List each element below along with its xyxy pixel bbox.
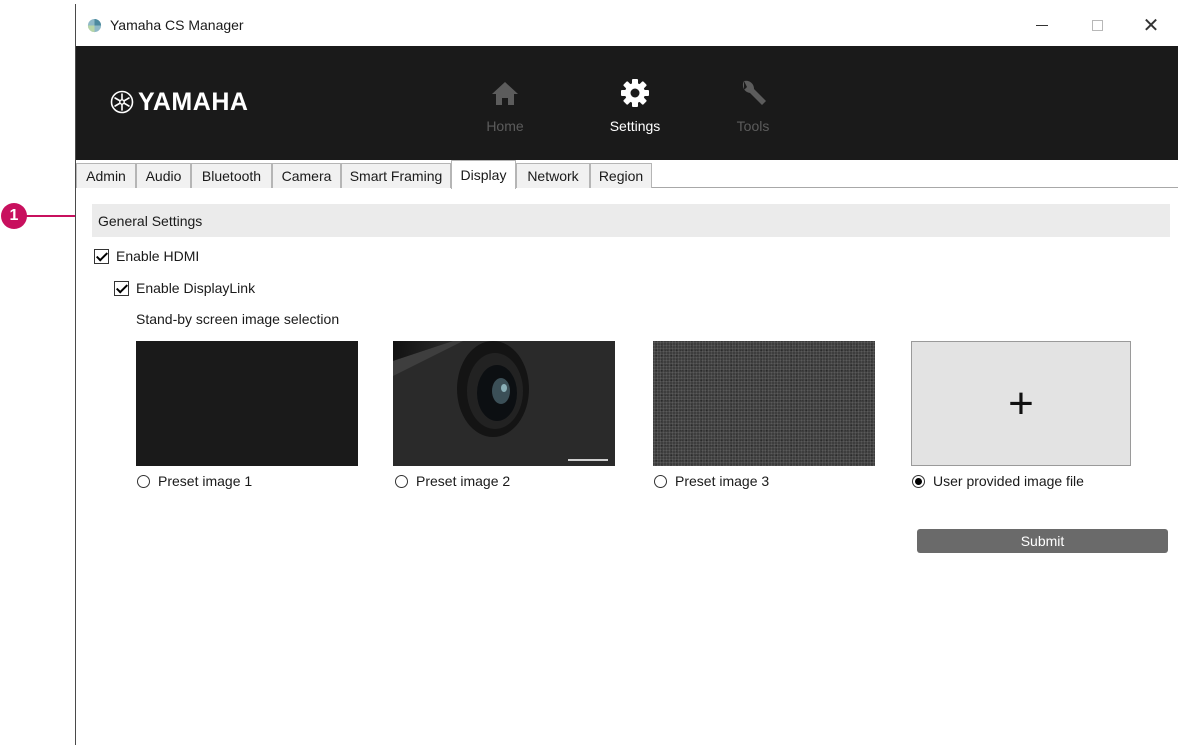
general-settings-header: General Settings [92, 204, 1170, 237]
section-title: General Settings [98, 212, 203, 229]
enable-hdmi-label: Enable HDMI [116, 248, 200, 264]
radio-label: User provided image file [933, 473, 1084, 489]
tab-smart-framing[interactable]: Smart Framing [341, 163, 451, 188]
add-image-tile[interactable]: + [911, 341, 1131, 466]
nav-tools-label: Tools [736, 118, 770, 134]
radio-selected-icon [912, 474, 925, 488]
tab-network[interactable]: Network [516, 163, 590, 188]
radio-label: Preset image 1 [158, 473, 253, 489]
user-image-radio[interactable]: User provided image file [912, 473, 1084, 489]
camera-lens-picture [393, 341, 615, 466]
logo-text: YAMAHA [138, 87, 249, 116]
tab-bluetooth[interactable]: Bluetooth [191, 163, 272, 188]
nav-home[interactable]: Home [478, 46, 532, 160]
minimize-icon [1036, 24, 1048, 26]
radio-unselected-icon [654, 474, 667, 488]
enable-displaylink-label: Enable DisplayLink [136, 280, 256, 296]
yamaha-logo: YAMAHA [110, 86, 248, 118]
enable-displaylink-checkbox[interactable]: Enable DisplayLink [114, 280, 255, 296]
tab-display[interactable]: Display [451, 160, 516, 189]
preset-image-1-radio[interactable]: Preset image 1 [137, 473, 252, 489]
tab-admin[interactable]: Admin [76, 163, 136, 188]
settings-tabs: Admin Audio Bluetooth Camera Smart Frami… [76, 160, 1178, 189]
nav-settings[interactable]: Settings [602, 46, 668, 160]
enable-hdmi-checkbox[interactable]: Enable HDMI [94, 248, 199, 264]
maximize-button[interactable] [1082, 12, 1112, 38]
tab-label: Region [598, 168, 644, 184]
preset-image-2-radio[interactable]: Preset image 2 [395, 473, 510, 489]
checkbox-checked-icon [94, 248, 109, 264]
tuning-fork-emblem-icon [110, 90, 134, 114]
tab-region[interactable]: Region [590, 163, 652, 188]
checkbox-checked-icon [114, 280, 129, 296]
tab-label: Camera [281, 168, 332, 184]
callout-badge: 1 [1, 203, 27, 229]
preset-image-1-thumbnail[interactable] [136, 341, 358, 466]
app-icon [87, 18, 102, 33]
tab-label: Smart Framing [349, 168, 443, 184]
preset-image-3-radio[interactable]: Preset image 3 [654, 473, 769, 489]
tab-label: Display [460, 167, 507, 183]
radio-label: Preset image 2 [416, 473, 511, 489]
app-window: Yamaha CS Manager ✕ YAMAHA Home Settings… [75, 4, 1178, 745]
preset-image-2-thumbnail[interactable] [393, 341, 615, 466]
tab-audio[interactable]: Audio [136, 163, 191, 188]
submit-label: Submit [1020, 533, 1065, 549]
wrench-icon [742, 80, 766, 105]
close-button[interactable]: ✕ [1136, 12, 1166, 38]
window-title: Yamaha CS Manager [110, 17, 244, 33]
submit-button[interactable]: Submit [917, 529, 1168, 553]
radio-label: Preset image 3 [675, 473, 770, 489]
close-icon: ✕ [1142, 14, 1160, 37]
radio-unselected-icon [137, 474, 150, 488]
minimize-button[interactable] [1027, 12, 1057, 38]
plus-icon: + [1008, 378, 1034, 428]
callout-number: 1 [9, 207, 19, 224]
tab-label: Admin [86, 168, 126, 184]
nav-settings-label: Settings [609, 118, 661, 134]
maximize-icon [1091, 19, 1103, 31]
tab-label: Audio [145, 168, 182, 184]
nav-tools[interactable]: Tools [728, 46, 778, 160]
tab-camera[interactable]: Camera [272, 163, 341, 188]
tab-label: Bluetooth [201, 168, 262, 184]
standby-image-label: Stand-by screen image selection [136, 311, 340, 327]
preset-image-3-thumbnail[interactable] [653, 341, 875, 466]
gear-icon [621, 79, 649, 107]
app-header: YAMAHA Home Settings Tools [76, 46, 1178, 160]
nav-home-label: Home [486, 118, 524, 134]
screenshot-stage: 1 Yamaha CS Manager ✕ YAMAHA Home Settin… [0, 0, 1178, 745]
tab-label: Network [527, 168, 579, 184]
title-bar: Yamaha CS Manager ✕ [76, 4, 1178, 46]
home-icon [492, 82, 518, 105]
radio-unselected-icon [395, 474, 408, 488]
